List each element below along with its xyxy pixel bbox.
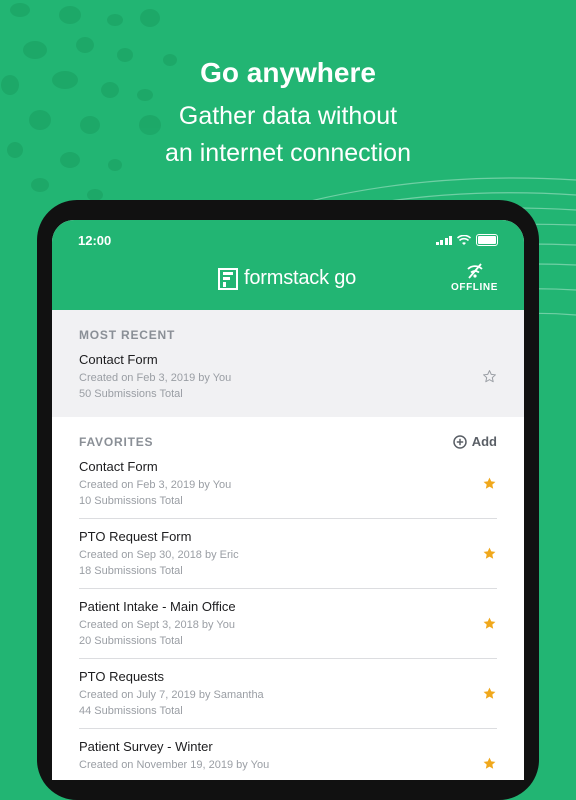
offline-label: OFFLINE [451, 282, 498, 293]
star-filled-icon[interactable] [482, 476, 497, 491]
divider [79, 658, 497, 659]
add-label: Add [471, 434, 497, 449]
divider [79, 588, 497, 589]
form-created: Created on November 19, 2019 by You [79, 759, 270, 771]
status-icons [435, 234, 498, 246]
app-screen: 12:00 formstack go OFFLINE MOST RECENT C… [52, 220, 524, 780]
form-submissions: 10 Submissions Total [79, 495, 183, 507]
list-item[interactable]: PTO Requests Created on July 7, 2019 by … [79, 669, 497, 719]
divider [79, 728, 497, 729]
form-submissions: 18 Submissions Total [79, 565, 183, 577]
form-submissions: 44 Submissions Total [79, 705, 183, 717]
hero-title: Go anywhere [200, 57, 376, 88]
offline-indicator[interactable]: OFFLINE [451, 263, 498, 293]
star-filled-icon[interactable] [482, 616, 497, 631]
form-name: Contact Form [79, 352, 158, 367]
form-name: Contact Form [79, 459, 158, 474]
formstack-go-logo: formstack go [218, 267, 356, 290]
form-created: Created on July 7, 2019 by Samantha [79, 689, 264, 701]
app-header: 12:00 formstack go OFFLINE [52, 220, 524, 310]
hero-subtitle: Gather data without an internet connecti… [0, 98, 576, 172]
star-filled-icon[interactable] [482, 686, 497, 701]
status-time: 12:00 [78, 233, 112, 248]
battery-icon [476, 234, 498, 246]
star-filled-icon[interactable] [482, 546, 497, 561]
favorites-section: FAVORITES Add Contact Form Created on Fe… [52, 417, 524, 780]
list-item[interactable]: Contact Form Created on Feb 3, 2019 by Y… [79, 352, 497, 402]
form-submissions: 50 Submissions Total [79, 388, 183, 400]
form-created: Created on Feb 3, 2019 by You [79, 479, 232, 491]
hero-subtitle-line-1: Gather data without [178, 102, 398, 130]
list-item[interactable]: Patient Intake - Main Office Created on … [79, 599, 497, 649]
signal-icon [435, 235, 452, 245]
hero-subtitle-line-2: an internet connection [164, 139, 411, 167]
most-recent-section: MOST RECENT Contact Form Created on Feb … [52, 310, 524, 417]
form-name: Patient Survey - Winter [79, 739, 213, 754]
list-item[interactable]: PTO Request Form Created on Sep 30, 2018… [79, 529, 497, 579]
list-item[interactable]: Contact Form Created on Feb 3, 2019 by Y… [79, 459, 497, 509]
form-created: Created on Sept 3, 2018 by You [79, 619, 235, 631]
plus-circle-icon [452, 434, 467, 449]
form-name: PTO Requests [79, 669, 165, 684]
form-created: Created on Sep 30, 2018 by Eric [79, 549, 239, 561]
formstack-logo-icon [218, 267, 238, 290]
add-favorite-button[interactable]: Add [452, 434, 497, 449]
form-submissions: 20 Submissions Total [79, 635, 183, 647]
divider [79, 518, 497, 519]
wifi-off-icon [466, 263, 483, 279]
form-created: Created on Feb 3, 2019 by You [79, 372, 232, 384]
star-filled-icon[interactable] [482, 756, 497, 771]
form-name: Patient Intake - Main Office [79, 599, 236, 614]
wifi-icon [457, 234, 471, 245]
favorites-heading: FAVORITES [79, 435, 154, 449]
logo-text: formstack go [244, 267, 357, 289]
most-recent-heading: MOST RECENT [79, 328, 176, 342]
star-outline-icon[interactable] [482, 369, 497, 384]
form-name: PTO Request Form [79, 529, 192, 544]
